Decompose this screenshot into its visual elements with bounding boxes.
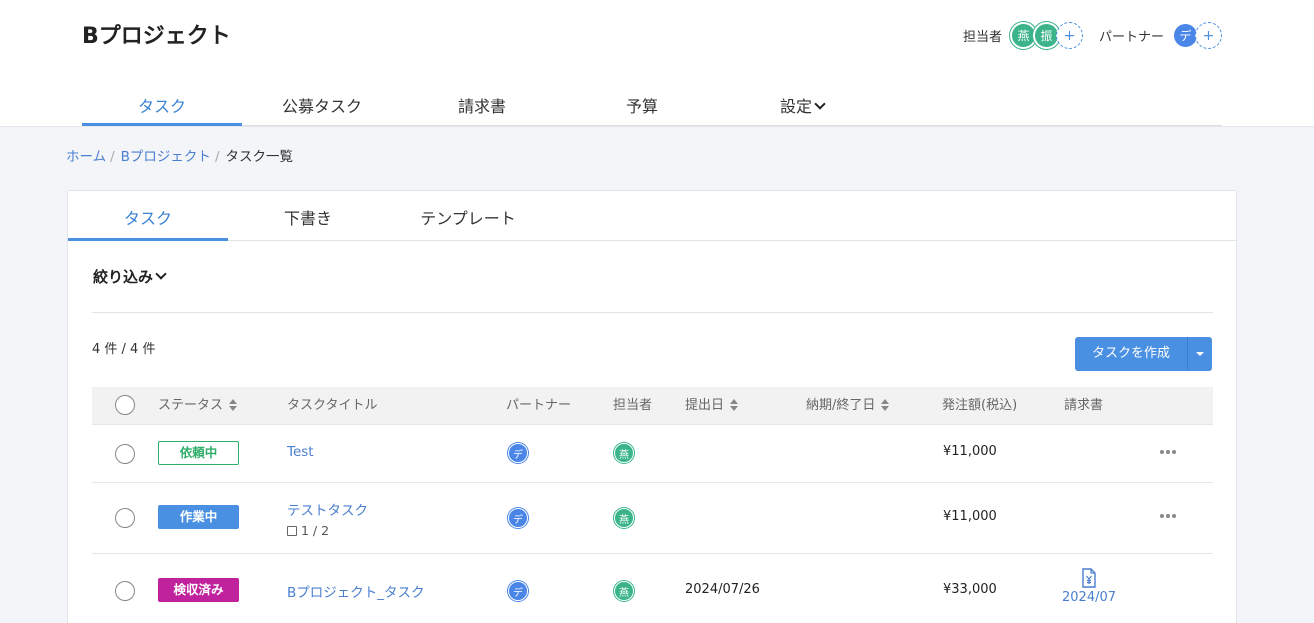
- main-nav: タスク 公募タスク 請求書 予算 設定: [82, 80, 1222, 126]
- order-amount: ¥11,000: [943, 509, 997, 524]
- create-task-dropdown[interactable]: [1187, 337, 1212, 371]
- breadcrumb-current: タスク一覧: [225, 149, 294, 165]
- row-select-radio[interactable]: [115, 581, 135, 601]
- subtab-tasks[interactable]: タスク: [68, 191, 228, 241]
- task-title-link[interactable]: Test: [287, 444, 314, 460]
- header-title: タスクタイトル: [287, 398, 378, 413]
- breadcrumb-home[interactable]: ホーム: [66, 149, 106, 165]
- status-badge: 検収済み: [158, 578, 239, 602]
- filter-toggle[interactable]: 絞り込み: [93, 266, 167, 287]
- add-partner-button[interactable]: +: [1195, 22, 1222, 49]
- divider: [92, 312, 1213, 313]
- header-invoice: 請求書: [1064, 398, 1104, 413]
- project-members: 担当者 燕 振 + パートナー デ +: [963, 22, 1222, 49]
- tab-budget[interactable]: 予算: [562, 80, 722, 126]
- table-row[interactable]: 作業中 テストタスク 1 / 2 デ 燕 ¥11,000: [92, 483, 1213, 554]
- assignee-label: 担当者: [962, 30, 1002, 45]
- project-header: Bプロジェクト 担当者 燕 振 + パートナー デ + タスク 公募タスク 請求…: [0, 0, 1314, 127]
- caret-down-icon: [1196, 352, 1204, 356]
- breadcrumb: ホーム / Bプロジェクト / タスク一覧: [66, 149, 294, 165]
- subtask-progress: 1 / 2: [287, 523, 368, 538]
- subtab-drafts[interactable]: 下書き: [228, 191, 388, 241]
- create-task-split-button: タスクを作成: [1075, 337, 1212, 371]
- sort-icon: [229, 398, 238, 411]
- sort-icon: [730, 398, 739, 411]
- partner-avatar: デ: [508, 581, 528, 601]
- header-due[interactable]: 納期/終了日: [806, 387, 890, 425]
- sub-tabs: タスク 下書き テンプレート: [68, 191, 1236, 241]
- partner-avatar: デ: [508, 508, 528, 528]
- header-status[interactable]: ステータス: [158, 387, 238, 425]
- project-title: Bプロジェクト: [82, 24, 231, 49]
- status-badge: 依頼中: [158, 441, 239, 465]
- submitted-date: 2024/07/26: [685, 582, 760, 597]
- order-amount: ¥11,000: [943, 444, 997, 459]
- breadcrumb-project[interactable]: Bプロジェクト: [121, 149, 211, 165]
- tab-invoices[interactable]: 請求書: [402, 80, 562, 126]
- select-all-radio[interactable]: [115, 395, 135, 415]
- assignee-avatar: 燕: [614, 443, 634, 463]
- task-title-link[interactable]: テストタスク: [287, 499, 368, 519]
- table-row[interactable]: 依頼中 Test デ 燕 ¥11,000: [92, 425, 1213, 483]
- checkbox-icon: [287, 526, 297, 536]
- filter-label: 絞り込み: [93, 268, 154, 286]
- tab-public-tasks[interactable]: 公募タスク: [242, 80, 402, 126]
- tab-settings[interactable]: 設定: [722, 80, 882, 126]
- header-submitted[interactable]: 提出日: [685, 387, 739, 425]
- row-select-radio[interactable]: [115, 444, 135, 464]
- task-list-card: タスク 下書き テンプレート 絞り込み 4 件 / 4 件 タスクを作成 ステー…: [67, 190, 1237, 623]
- tab-tasks[interactable]: タスク: [82, 80, 242, 126]
- invoice-document-icon: [1082, 568, 1096, 588]
- more-actions-icon[interactable]: [1160, 514, 1176, 518]
- create-task-button[interactable]: タスクを作成: [1075, 337, 1187, 371]
- chevron-down-icon: [155, 268, 167, 280]
- row-select-radio[interactable]: [115, 508, 135, 528]
- table-header: ステータス タスクタイトル パートナー 担当者 提出日 納期/終了日 発注額(税…: [92, 387, 1213, 425]
- table-row[interactable]: 検収済み Bプロジェクト_タスク デ 燕 2024/07/26 ¥33,000 …: [92, 554, 1213, 623]
- assignee-avatar: 燕: [614, 581, 634, 601]
- add-assignee-button[interactable]: +: [1055, 22, 1083, 49]
- subtab-templates[interactable]: テンプレート: [388, 191, 548, 241]
- more-actions-icon[interactable]: [1160, 450, 1176, 454]
- result-count: 4 件 / 4 件: [92, 342, 156, 357]
- order-amount: ¥33,000: [943, 582, 997, 597]
- task-title-link[interactable]: Bプロジェクト_タスク: [287, 581, 425, 601]
- tab-settings-label: 設定: [779, 97, 812, 116]
- chevron-down-icon: [814, 98, 826, 110]
- invoice-link[interactable]: 2024/07: [1062, 568, 1116, 605]
- header-assignee: 担当者: [613, 398, 653, 413]
- invoice-month: 2024/07: [1062, 590, 1117, 605]
- partner-label: パートナー: [1098, 30, 1164, 45]
- header-partner: パートナー: [506, 398, 572, 413]
- partner-avatar: デ: [508, 443, 528, 463]
- header-amount: 発注額(税込): [942, 398, 1018, 413]
- sort-icon: [881, 398, 890, 411]
- status-badge: 作業中: [158, 505, 239, 529]
- assignee-avatar: 燕: [614, 508, 634, 528]
